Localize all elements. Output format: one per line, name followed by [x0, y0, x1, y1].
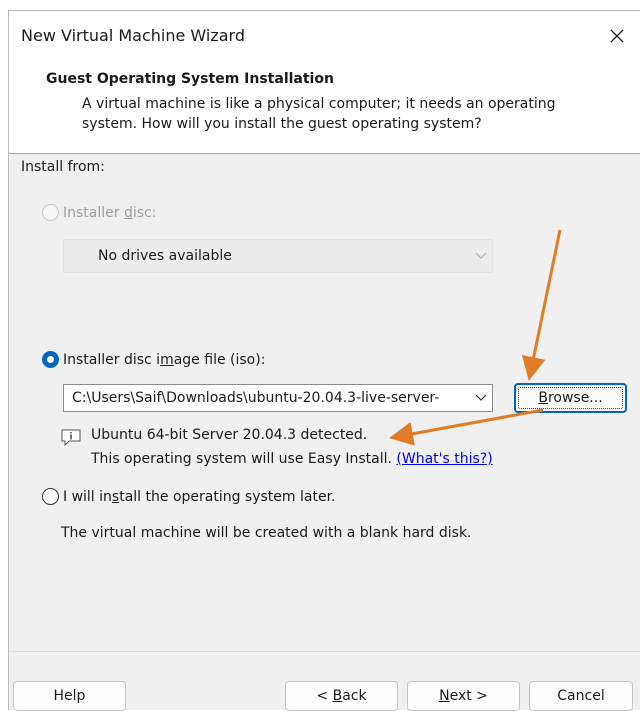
iso-path-value[interactable]: C:\Users\Saif\Downloads\ubuntu-20.04.3-l… — [72, 390, 470, 406]
next-button[interactable]: Next > — [407, 681, 520, 711]
easy-install-text: This operating system will use Easy Inst… — [91, 451, 397, 467]
close-icon — [610, 29, 624, 43]
window-title: New Virtual Machine Wizard — [21, 26, 245, 45]
header-description-line-2: system. How will you install the guest o… — [82, 116, 482, 132]
back-button[interactable]: < Back — [285, 681, 398, 711]
chevron-down-icon — [475, 394, 487, 401]
whats-this-link[interactable]: (What's this?) — [396, 451, 492, 467]
install-later-option[interactable]: I will install the operating system late… — [42, 488, 336, 505]
wizard-window: New Virtual Machine Wizard Guest Operati… — [8, 10, 640, 711]
header-title: Guest Operating System Installation — [46, 71, 334, 87]
installer-disc-radio[interactable] — [42, 204, 59, 221]
cancel-button-label: Cancel — [557, 688, 605, 704]
installer-disc-option[interactable]: Installer disc: — [42, 204, 156, 221]
install-later-description: The virtual machine will be created with… — [61, 525, 472, 541]
header-description-line-1: A virtual machine is like a physical com… — [82, 96, 556, 112]
installer-disc-label: Installer disc: — [63, 204, 157, 221]
help-button-label: Help — [53, 688, 86, 704]
header-description: A virtual machine is like a physical com… — [82, 94, 622, 134]
footer-divider — [9, 651, 640, 652]
iso-image-label: Installer disc image file (iso): — [63, 351, 266, 368]
chevron-down-icon — [475, 252, 487, 259]
disc-drive-combo[interactable]: No drives available — [63, 239, 493, 273]
easy-install-line: This operating system will use Easy Inst… — [91, 451, 493, 467]
back-button-label: < Back — [316, 688, 367, 704]
browse-button[interactable]: Browse... — [514, 383, 627, 413]
iso-image-radio[interactable] — [42, 351, 59, 368]
disc-drive-combo-value: No drives available — [98, 248, 232, 264]
close-button[interactable] — [594, 11, 640, 61]
iso-image-option[interactable]: Installer disc image file (iso): — [42, 351, 265, 368]
wizard-header: Guest Operating System Installation A vi… — [9, 61, 640, 154]
help-button[interactable]: Help — [13, 681, 126, 711]
cancel-button[interactable]: Cancel — [529, 681, 633, 711]
install-later-label: I will install the operating system late… — [63, 488, 336, 505]
info-icon — [61, 429, 81, 446]
os-detected-text: Ubuntu 64-bit Server 20.04.3 detected. — [91, 427, 368, 443]
iso-path-combo[interactable]: C:\Users\Saif\Downloads\ubuntu-20.04.3-l… — [63, 384, 493, 412]
install-later-radio[interactable] — [42, 488, 59, 505]
install-from-label: Install from: — [21, 159, 105, 175]
next-button-label: Next > — [439, 688, 488, 704]
title-bar: New Virtual Machine Wizard — [9, 11, 640, 61]
